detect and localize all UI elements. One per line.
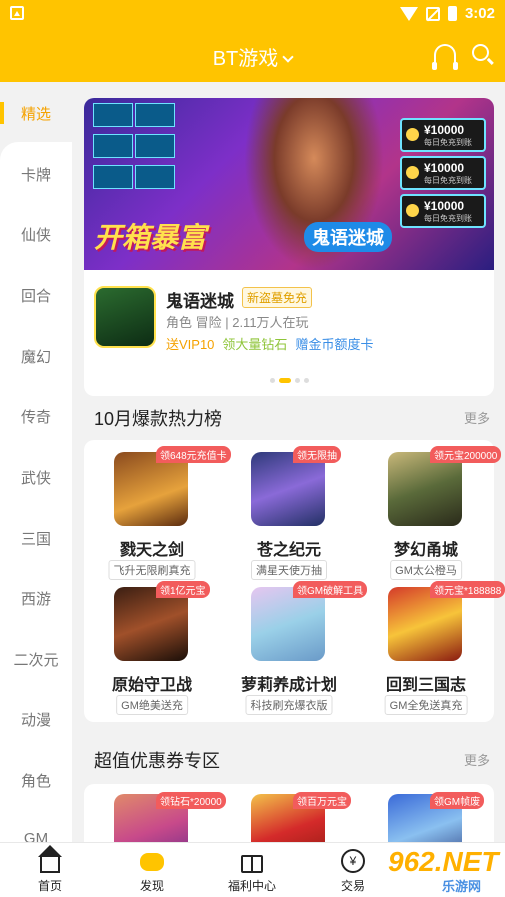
game-tile-icon[interactable] (388, 587, 462, 661)
header-title-dropdown[interactable]: BT游戏 (0, 42, 505, 71)
featured-game-icon[interactable] (94, 286, 156, 348)
game-tile-badge: 领无限抽 (293, 446, 341, 463)
coin-card: ¥10000 每日免充到账 (400, 118, 486, 152)
nav-welfare-label: 福利中心 (227, 879, 276, 893)
game-tile-badge: 领648元充值卡 (156, 446, 231, 463)
sidebar-item-jingxuan[interactable]: 精选 (0, 103, 72, 124)
coin-card: ¥10000 每日免充到账 (400, 194, 486, 228)
game-tile-sub: GM太公橙马 (390, 560, 462, 580)
banner-brand: 鬼语迷城 (304, 222, 392, 252)
game-tile-badge: 领GM破解工具 (293, 581, 368, 598)
perk-diamond: 领大量钻石 (222, 337, 288, 352)
watermark-sub: 乐游网 (442, 879, 482, 894)
no-sim-icon (425, 6, 440, 21)
game-tile-name[interactable]: 梦幻甬城 (358, 536, 494, 560)
header-title: BT游戏 (212, 48, 279, 70)
game-tile-name[interactable]: 戮天之剑 (84, 536, 220, 560)
game-tile-badge: 领元宝200000 (430, 446, 502, 463)
nav-welfare[interactable]: 福利中心 (212, 843, 292, 897)
featured-game-tag: 新盗墓免充 (242, 287, 313, 308)
nav-home-label: 首页 (37, 879, 62, 893)
hot-games-grid: 领648元充值卡 戮天之剑 飞升无限刷真充 领无限抽 苍之纪元 满星天使万抽 领… (84, 440, 505, 722)
game-tile-badge: 领元宝*188888 (430, 581, 505, 598)
sidebar-item-xianxia[interactable]: 仙侠 (0, 224, 72, 245)
featured-game-perks: 送VIP10 领大量钻石 赠金币额度卡 (166, 334, 373, 353)
game-tile-name[interactable]: 萝莉养成计划 (221, 671, 357, 695)
featured-banner-card[interactable]: 开箱暴富 鬼语迷城 ¥10000 每日免充到账 ¥10000 每日免充到账 ¥100… (84, 98, 494, 396)
status-bar: 3:02 (0, 0, 505, 28)
nav-discover-label: 发现 (139, 879, 164, 893)
hot-list-more-link[interactable]: 更多 (464, 408, 490, 427)
sidebar-item-juese[interactable]: 角色 (0, 770, 72, 791)
watermark-logo: 962.NET (388, 846, 499, 877)
game-tile-icon[interactable] (114, 587, 188, 661)
hot-list-title: 10月爆款热力榜 (94, 409, 223, 429)
game-tile-name[interactable]: 回到三国志 (358, 671, 494, 695)
banner-coin-stack: ¥10000 每日免充到账 ¥10000 每日免充到账 ¥10000 每日免充到账 (400, 118, 486, 232)
perk-gold-card: 赠金币额度卡 (295, 337, 374, 352)
game-tile-sub: 科技刷充爆衣版 (245, 695, 333, 715)
app-header: BT游戏 (0, 28, 505, 82)
featured-game-name[interactable]: 鬼语迷城 (166, 287, 234, 312)
yen-icon: ¥ (341, 849, 365, 873)
status-time: 3:02 (464, 5, 495, 22)
sidebar-item-xiyou[interactable]: 西游 (0, 588, 72, 609)
game-tile-icon[interactable] (251, 587, 325, 661)
search-icon[interactable] (472, 44, 489, 61)
carousel-dot (304, 378, 309, 383)
game-tile-sub: 飞升无限刷真充 (108, 560, 196, 580)
status-icons: 3:02 (399, 5, 495, 22)
sidebar-item-erciyuan[interactable]: 二次元 (0, 649, 72, 670)
sidebar-item-wuxia[interactable]: 武侠 (0, 467, 72, 488)
carousel-dot (295, 378, 300, 383)
carousel-dot-active (279, 378, 291, 383)
battery-icon (447, 6, 457, 21)
sidebar-item-mohuan[interactable]: 魔幻 (0, 346, 72, 367)
game-tile-sub: GM绝美送充 (116, 695, 188, 715)
game-tile-badge: 领GM帧废 (430, 792, 485, 809)
game-tile-badge: 领百万元宝 (293, 792, 351, 809)
nav-home[interactable]: 首页 (10, 843, 90, 897)
home-icon (38, 845, 62, 873)
sidebar-list-bg (0, 142, 72, 842)
nav-discover[interactable]: 发现 (112, 843, 192, 897)
game-tile-sub: GM全免送真充 (384, 695, 468, 715)
watermark: 962.NET 乐游网 (368, 846, 505, 894)
coupon-section-title: 超值优惠券专区 (94, 751, 220, 771)
game-tile-icon[interactable] (114, 452, 188, 526)
wifi-icon (399, 6, 418, 21)
category-sidebar: 精选 卡牌 仙侠 回合 魔幻 传奇 武侠 三国 西游 二次元 动漫 角色 GM (0, 82, 72, 847)
gift-icon (241, 855, 263, 873)
perk-vip: 送VIP10 (166, 337, 215, 352)
game-tile-badge: 领1亿元宝 (156, 581, 210, 598)
sidebar-item-kapai[interactable]: 卡牌 (0, 164, 72, 185)
sidebar-item-sanguo[interactable]: 三国 (0, 528, 72, 549)
sidebar-item-dongman[interactable]: 动漫 (0, 709, 72, 730)
banner-slogan: 开箱暴富 (94, 222, 207, 253)
banner-thumbnails (92, 102, 182, 195)
game-tile-icon[interactable] (251, 452, 325, 526)
game-tile-sub: 满星天使万抽 (251, 560, 327, 580)
game-tile-name[interactable]: 原始守卫战 (84, 671, 220, 695)
chevron-down-icon (282, 51, 294, 63)
notification-icon (10, 6, 24, 20)
game-tile-badge: 领钻石*20000 (156, 792, 226, 809)
sidebar-item-huihe[interactable]: 回合 (0, 285, 72, 306)
banner-image[interactable]: 开箱暴富 鬼语迷城 ¥10000 每日免充到账 ¥10000 每日免充到账 ¥100… (84, 98, 494, 270)
carousel-dot (270, 378, 275, 383)
customer-service-icon[interactable] (432, 44, 458, 70)
carousel-dots (270, 378, 309, 383)
game-tile-icon[interactable] (388, 452, 462, 526)
gamepad-icon (140, 853, 164, 871)
featured-game-meta: 角色 冒险 | 2.11万人在玩 (166, 315, 309, 330)
sidebar-item-chuanqi[interactable]: 传奇 (0, 406, 72, 427)
game-tile-name[interactable]: 苍之纪元 (221, 536, 357, 560)
coupon-more-link[interactable]: 更多 (464, 750, 490, 769)
coin-card: ¥10000 每日免充到账 (400, 156, 486, 190)
